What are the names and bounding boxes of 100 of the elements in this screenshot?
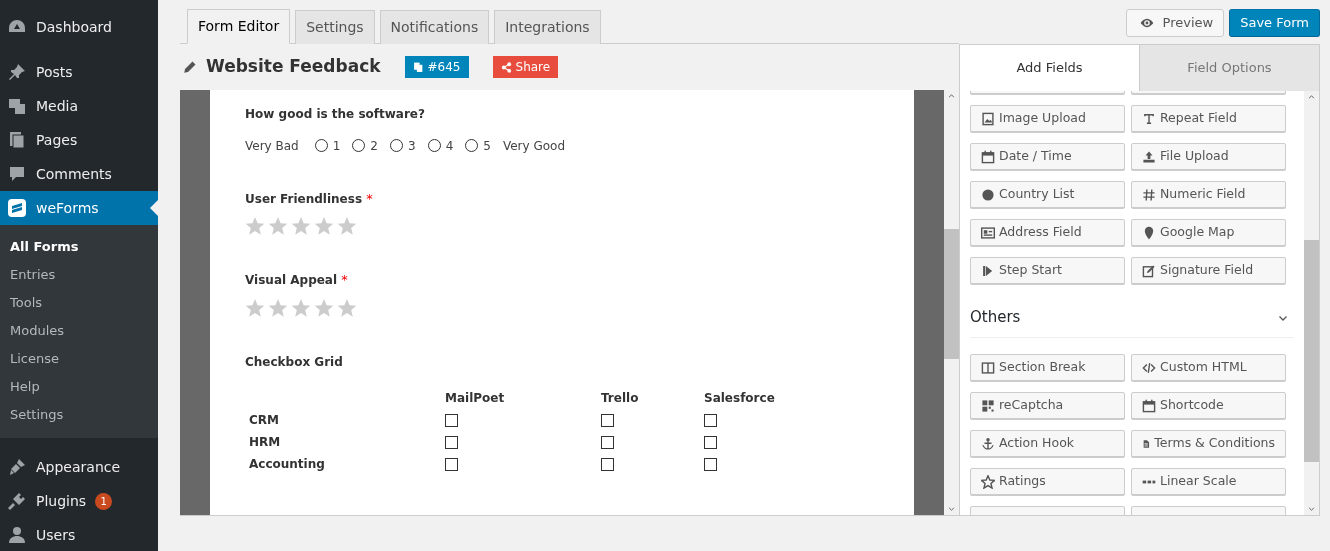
editor-tab[interactable]: Notifications [379,10,490,44]
scroll-down-icon [1307,506,1316,512]
star-icon[interactable] [337,297,357,318]
column-header: Salesforce [704,390,776,407]
pages-icon [7,130,27,150]
sidebar-item[interactable]: weForms [0,191,158,225]
star-icon[interactable] [245,216,265,236]
star-icon[interactable] [245,297,265,318]
field-button[interactable]: File Upload [1131,143,1286,170]
field-button[interactable]: Country List [970,181,1125,208]
field-button[interactable]: Repeat Field [1131,105,1286,132]
checkbox[interactable] [601,457,614,471]
field-button[interactable]: Custom HTML [1131,354,1286,381]
field-button[interactable]: Ratings [970,468,1125,495]
sidebar-item[interactable]: Media [0,89,158,123]
map-pin-icon [1142,225,1156,240]
star-icon[interactable] [337,216,357,236]
calendar-icon [1142,398,1156,413]
save-button[interactable]: Save Form [1229,9,1320,37]
editor-tab[interactable]: Settings [295,10,375,44]
field-button[interactable]: Section Break [970,354,1125,381]
edit-icon [1142,263,1156,278]
columns-icon [981,360,995,375]
option-label: 1 [332,137,341,155]
field-button[interactable]: Shortcode [1131,392,1286,419]
scale-label: Very Good [502,137,566,155]
preview-button[interactable]: Preview [1125,9,1225,37]
field-button[interactable]: Image Upload [970,105,1125,132]
star-icon[interactable] [268,216,288,236]
scroll-up-icon [947,93,956,99]
field-label: How good is the software? [245,107,425,121]
field-button[interactable]: Step Start [970,257,1125,284]
field-label: Visual Appeal [245,273,338,287]
scale-label: Very Bad [245,137,299,155]
star-icon[interactable] [314,216,334,236]
sidebar-item[interactable]: Comments [0,157,158,191]
panel-tab[interactable]: Field Options [1139,45,1319,91]
submenu-item[interactable]: License [0,345,158,373]
option-label: 3 [408,137,416,155]
qr-code-icon [981,398,995,413]
sidebar-item[interactable]: Dashboard [0,10,158,44]
text-cursor-icon [1142,111,1156,126]
required-mark: * [341,272,348,287]
field-button[interactable]: Google Map [1131,219,1286,246]
sidebar-item[interactable]: Appearance [0,450,158,484]
submenu-item[interactable]: Tools [0,289,158,317]
form-id-badge[interactable]: #645 [404,56,469,78]
sidebar-item[interactable]: Pages [0,123,158,157]
share-button[interactable]: Share [492,56,559,78]
row-label: Accounting [248,456,326,473]
checkbox[interactable] [445,413,458,427]
field-label: User Friendliness [245,191,363,206]
pencil-icon [182,59,197,75]
field-button[interactable]: Address Field [970,219,1125,246]
code-icon [1142,360,1156,375]
editor-tab[interactable]: Integrations [494,10,601,44]
checkbox[interactable] [601,413,614,427]
star-icon[interactable] [291,216,311,236]
checkbox[interactable] [704,413,717,427]
submenu-item[interactable]: Help [0,373,158,401]
star-icon [981,474,995,489]
option-label: 2 [370,137,378,155]
star-icon[interactable] [314,297,334,318]
upload-icon [1142,149,1156,164]
field-button[interactable]: Action Hook [970,430,1125,457]
scroll-up-icon [1307,94,1316,100]
checkbox[interactable] [601,435,614,449]
scrollbar[interactable] [1304,91,1319,515]
checkbox[interactable] [704,457,717,471]
star-icon[interactable] [268,297,288,318]
checkbox[interactable] [445,435,458,449]
checkbox[interactable] [445,457,458,471]
section-title: Others [970,307,1021,329]
sidebar-item[interactable]: Users [0,518,158,551]
editor-tab[interactable]: Form Editor [187,9,291,44]
option-label: 5 [483,137,491,155]
step-icon [981,263,995,278]
pushpin-icon [7,62,27,82]
sidebar-item[interactable]: Posts [0,55,158,89]
star-icon[interactable] [291,297,311,318]
submenu-item[interactable]: Settings [0,401,158,429]
required-mark: * [366,190,373,206]
row-label: CRM [248,412,280,429]
paintbrush-icon [7,457,27,477]
field-button[interactable]: Linear Scale [1131,468,1286,495]
checkbox[interactable] [704,435,717,449]
form-title: Website Feedback [206,55,381,79]
field-button[interactable]: Date / Time [970,143,1125,170]
row-label: HRM [248,434,282,451]
field-button[interactable]: Terms & Conditions [1131,430,1286,457]
field-button[interactable]: Signature Field [1131,257,1286,284]
id-card-icon [981,225,995,240]
user-icon [7,525,27,545]
submenu-item[interactable]: Entries [0,261,158,289]
field-button[interactable]: Numeric Field [1131,181,1286,208]
submenu-item[interactable]: Modules [0,317,158,345]
field-button[interactable]: reCaptcha [970,392,1125,419]
submenu-item[interactable]: All Forms [0,233,158,261]
copy-icon [412,61,424,73]
sidebar-item[interactable]: Plugins 1 [0,484,158,518]
